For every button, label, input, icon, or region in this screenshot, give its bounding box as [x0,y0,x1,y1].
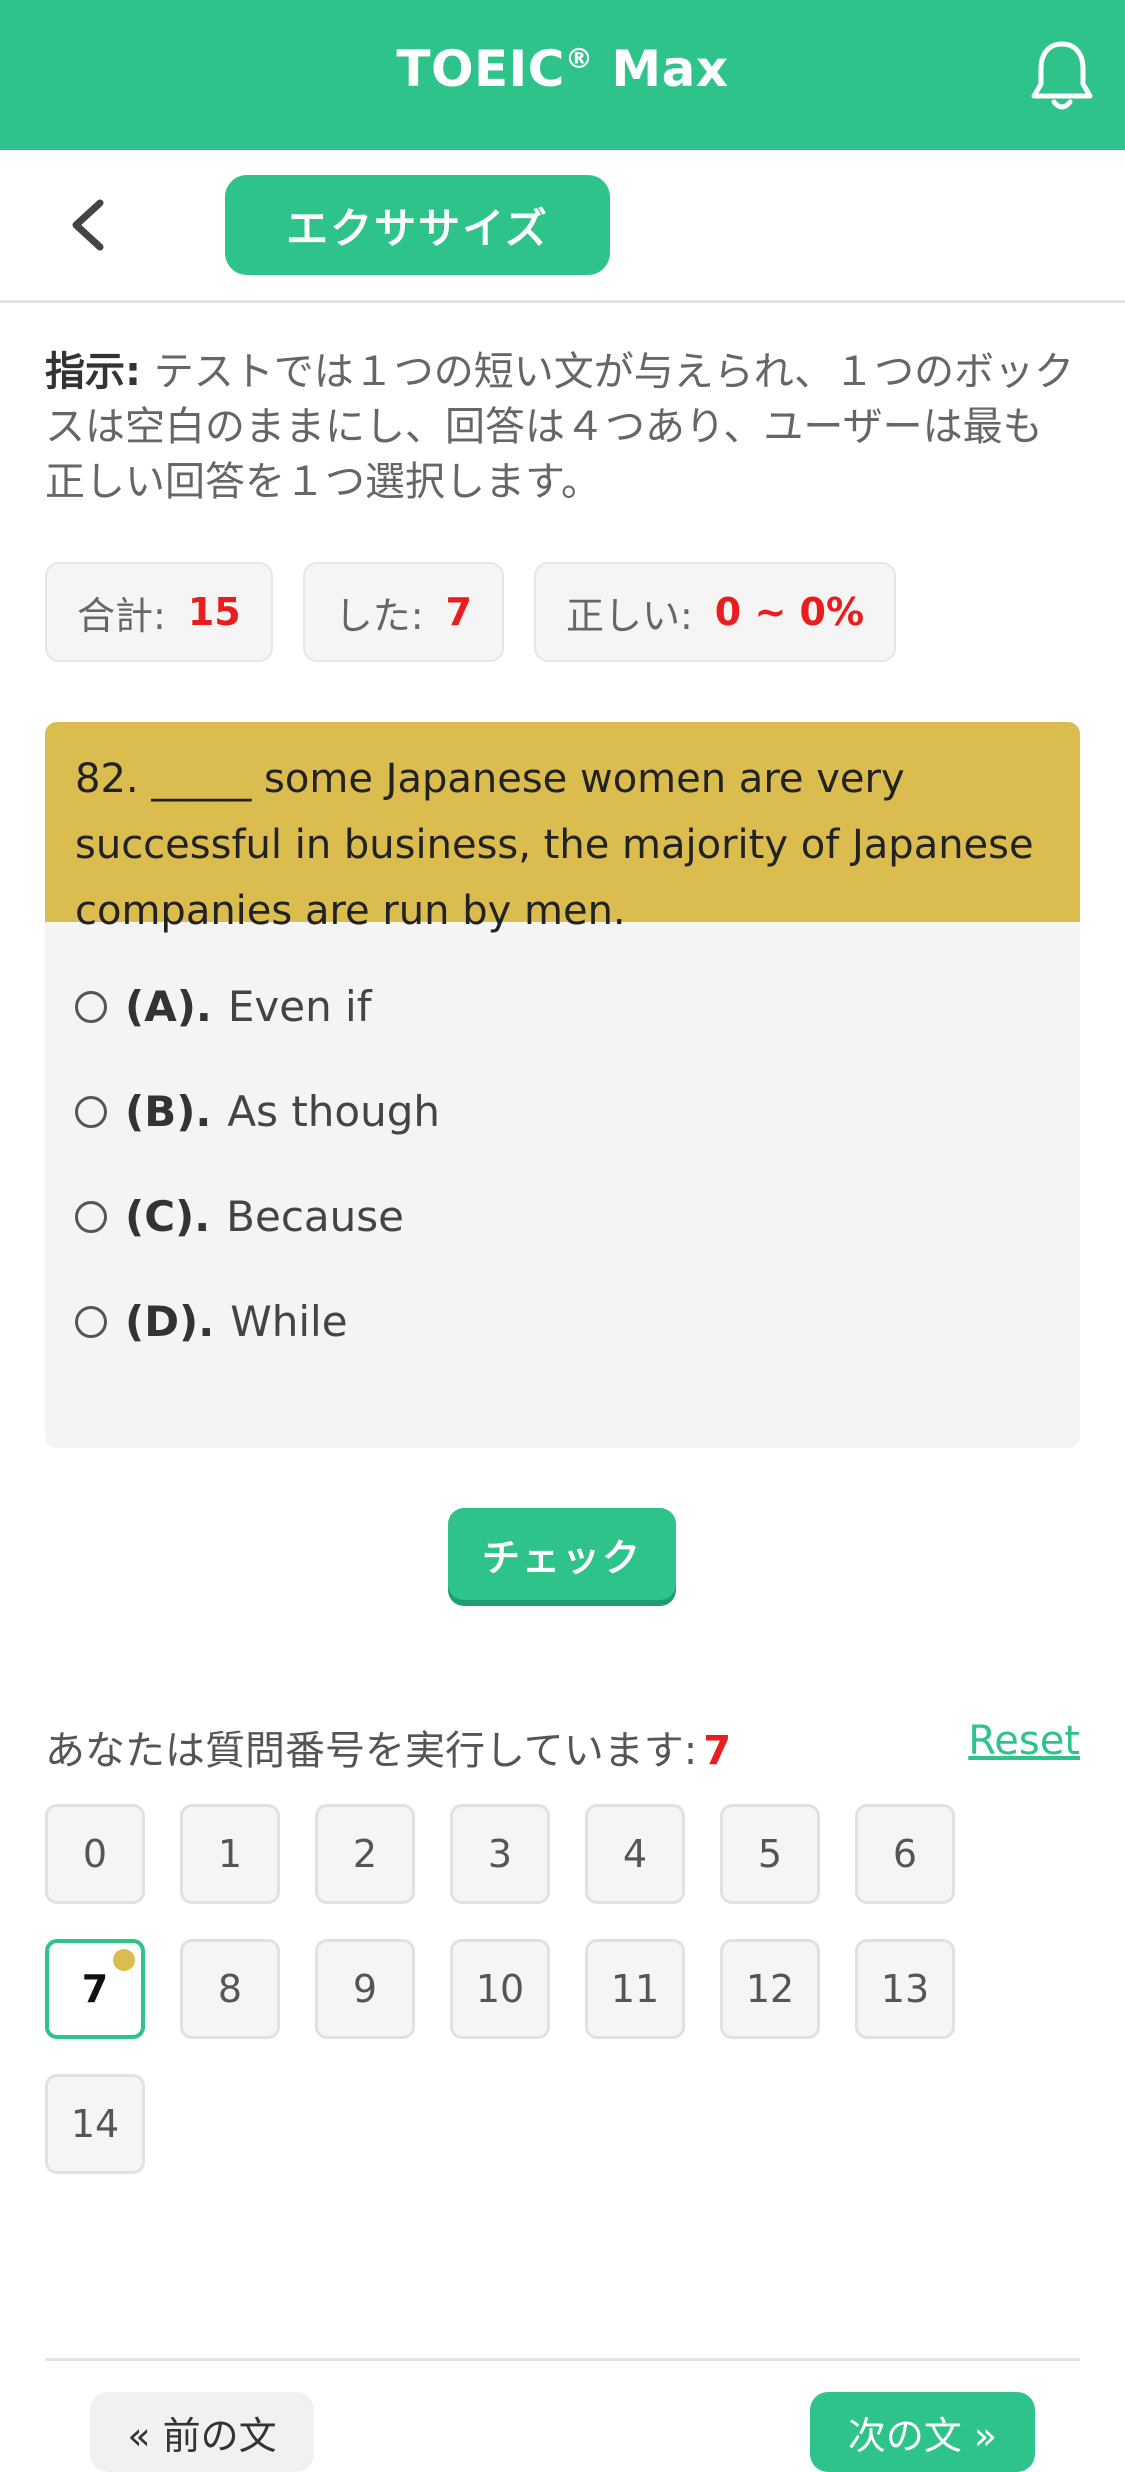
top-app-bar: TOEIC® Max [0,0,1125,150]
question-number-button[interactable]: 11 [585,1939,685,2039]
option-b[interactable]: (B). As though [75,1087,440,1136]
app-title: TOEIC® Max [396,40,729,98]
exercise-button[interactable]: エクササイズ [225,175,610,275]
stats-row: 合計: 15 した: 7 正しい: 0 ~ 0% [45,562,897,662]
next-sentence-button[interactable]: 次の文 » [810,2392,1035,2472]
stat-total: 合計: 15 [45,562,273,662]
question-number-button[interactable]: 10 [450,1939,550,2039]
question-number-button[interactable]: 8 [180,1939,280,2039]
instructions: 指示: テストでは１つの短い文が与えられ、１つのボックスは空白のままにし、回答は… [45,345,1080,510]
option-d[interactable]: (D). While [75,1297,348,1346]
check-button[interactable]: チェック [448,1508,676,1600]
reset-link[interactable]: Reset [968,1718,1080,1764]
chevron-left-icon[interactable] [60,195,120,255]
instructions-label: 指示: [45,349,141,395]
previous-sentence-button[interactable]: « 前の文 [90,2392,314,2472]
bell-icon[interactable] [1029,38,1095,114]
sub-header: エクササイズ [0,150,1125,303]
question-number-button-active[interactable]: 7 [45,1939,145,2039]
radio-icon[interactable] [75,1200,107,1233]
question-number-button[interactable]: 5 [720,1804,820,1904]
question-number-button[interactable]: 4 [585,1804,685,1904]
option-a[interactable]: (A). Even if [75,982,372,1031]
divider [45,2358,1080,2361]
question-number-button[interactable]: 3 [450,1804,550,1904]
progress-text: あなたは質問番号を実行しています: 7 [45,1728,732,1774]
instructions-text: テストでは１つの短い文が与えられ、１つのボックスは空白のままにし、回答は４つあり… [45,349,1075,505]
question-number-button[interactable]: 9 [315,1939,415,2039]
question-number-button[interactable]: 1 [180,1804,280,1904]
current-indicator-dot [113,1949,135,1971]
question-text: 82. _____ some Japanese women are very s… [45,722,1080,934]
question-number-button[interactable]: 12 [720,1939,820,2039]
stat-correct: 正しい: 0 ~ 0% [533,562,897,662]
question-number-button[interactable]: 13 [855,1939,955,2039]
option-c[interactable]: (C). Because [75,1192,404,1241]
question-card: 82. _____ some Japanese women are very s… [45,722,1080,1448]
question-number-button[interactable]: 0 [45,1804,145,1904]
question-number-button[interactable]: 2 [315,1804,415,1904]
radio-icon[interactable] [75,1305,107,1338]
stat-done: した: 7 [302,562,504,662]
radio-icon[interactable] [75,990,107,1023]
question-number-button[interactable]: 6 [855,1804,955,1904]
radio-icon[interactable] [75,1095,107,1128]
question-number-button[interactable]: 14 [45,2074,145,2174]
